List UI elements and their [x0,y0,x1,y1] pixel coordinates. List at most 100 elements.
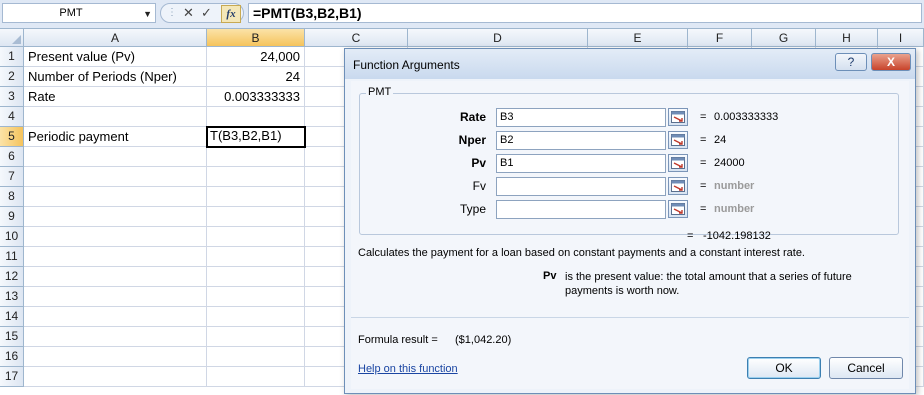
cell-b3[interactable]: 0.003333333 [207,87,305,107]
cell-a3[interactable]: Rate [24,87,207,107]
grid-cell[interactable] [207,207,305,227]
grid-cell[interactable] [24,167,207,187]
row-header-4[interactable]: 4 [0,107,24,127]
arg-label-pv: Pv [471,156,486,170]
help-on-function-link[interactable]: Help on this function [358,363,458,375]
column-header-h[interactable]: H [816,29,878,47]
row-header-2[interactable]: 2 [0,67,24,87]
collapse-dialog-icon[interactable] [668,177,688,195]
row-header-16[interactable]: 16 [0,347,24,367]
row-header-15[interactable]: 15 [0,327,24,347]
grid-cell[interactable] [207,167,305,187]
grid-cell[interactable] [24,287,207,307]
column-header-f[interactable]: F [688,29,752,47]
equals-sign: = [700,203,707,215]
ok-button[interactable]: OK [747,357,821,379]
nper-input[interactable]: B2 [496,131,666,150]
row-header-7[interactable]: 7 [0,167,24,187]
grid-cell[interactable] [24,307,207,327]
grid-cell[interactable] [207,287,305,307]
cell-b1[interactable]: 24,000 [207,47,305,67]
grid-cell[interactable] [207,267,305,287]
equals-sign: = [700,134,707,146]
grid-cell[interactable] [207,187,305,207]
grid-cell[interactable] [24,147,207,167]
grid-cell[interactable] [24,187,207,207]
grid-cell[interactable] [24,327,207,347]
pv-input[interactable]: B1 [496,154,666,173]
select-all-corner[interactable] [0,29,24,47]
cell-a1[interactable]: Present value (Pv) [24,47,207,67]
grid-cell[interactable] [24,367,207,387]
fv-input[interactable] [496,177,666,196]
collapse-dialog-icon[interactable] [668,154,688,172]
column-header-b[interactable]: B [207,29,305,47]
column-header-d[interactable]: D [408,29,588,47]
grid-cell[interactable] [207,347,305,367]
formula-result-label: Formula result = [358,334,438,346]
formula-input[interactable]: =PMT(B3,B2,B1) [248,3,922,23]
column-header-c[interactable]: C [305,29,408,47]
row-header-11[interactable]: 11 [0,247,24,267]
row-header-14[interactable]: 14 [0,307,24,327]
row-header-12[interactable]: 12 [0,267,24,287]
grid-cell[interactable] [207,147,305,167]
name-box-value: PMT [59,7,83,19]
grid-cell[interactable] [207,247,305,267]
grid-cell[interactable] [207,107,305,127]
grid-cell[interactable] [207,327,305,347]
formula-result-value: ($1,042.20) [455,334,512,346]
grid-cell[interactable] [24,267,207,287]
grid-cell[interactable] [207,227,305,247]
chevron-down-icon[interactable]: ▼ [143,5,152,23]
row-header-17[interactable]: 17 [0,367,24,387]
insert-function-icon[interactable]: fx [221,5,241,23]
grid-cell[interactable] [24,227,207,247]
row-header-5[interactable]: 5 [0,127,24,147]
collapse-dialog-icon[interactable] [668,108,688,126]
row-header-3[interactable]: 3 [0,87,24,107]
row-header-10[interactable]: 10 [0,227,24,247]
grip-icon: ⋮ [167,7,177,18]
rate-input[interactable]: B3 [496,108,666,127]
collapse-dialog-icon[interactable] [668,200,688,218]
active-cell-b5[interactable]: T(B3,B2,B1) [206,126,306,148]
row-header-6[interactable]: 6 [0,147,24,167]
arg-label-type: Type [459,202,486,216]
row-header-8[interactable]: 8 [0,187,24,207]
cell-a5[interactable]: Periodic payment [24,127,207,147]
grid-cell[interactable] [24,107,207,127]
row-header-1[interactable]: 1 [0,47,24,67]
function-description: Calculates the payment for a loan based … [358,247,805,259]
equals-sign: = [700,180,707,192]
result-equals: = [687,230,694,242]
arg-value-type: number [714,203,755,215]
grid-cell[interactable] [24,207,207,227]
grid-cell[interactable] [207,307,305,327]
type-input[interactable] [496,200,666,219]
dialog-title-bar[interactable]: Function Arguments ? X [345,49,915,79]
column-header-e[interactable]: E [588,29,688,47]
cell-b2[interactable]: 24 [207,67,305,87]
formula-bar: PMT ▼ ⋮ ✕ ✓ fx =PMT(B3,B2,B1) [0,0,924,29]
row-header-9[interactable]: 9 [0,207,24,227]
column-header-i[interactable]: I [878,29,924,47]
equals-sign: = [700,111,707,123]
close-button[interactable]: X [871,53,911,71]
cancel-icon[interactable]: ✕ [183,4,194,22]
cell-a2[interactable]: Number of Periods (Nper) [24,67,207,87]
name-box[interactable]: PMT ▼ [2,3,156,23]
help-button[interactable]: ? [835,53,867,71]
grid-cell[interactable] [24,247,207,267]
function-arguments-dialog: Function Arguments ? X PMT Rate B3 = 0.0… [344,48,916,394]
grid-cell[interactable] [24,347,207,367]
collapse-dialog-icon[interactable] [668,131,688,149]
row-header-13[interactable]: 13 [0,287,24,307]
dialog-title: Function Arguments [353,58,460,72]
arguments-group: PMT Rate B3 = 0.003333333 Nper B2 = 24 P… [359,86,899,235]
column-header-a[interactable]: A [24,29,207,47]
check-icon[interactable]: ✓ [201,4,212,22]
grid-cell[interactable] [207,367,305,387]
cancel-button[interactable]: Cancel [829,357,903,379]
column-header-g[interactable]: G [752,29,816,47]
